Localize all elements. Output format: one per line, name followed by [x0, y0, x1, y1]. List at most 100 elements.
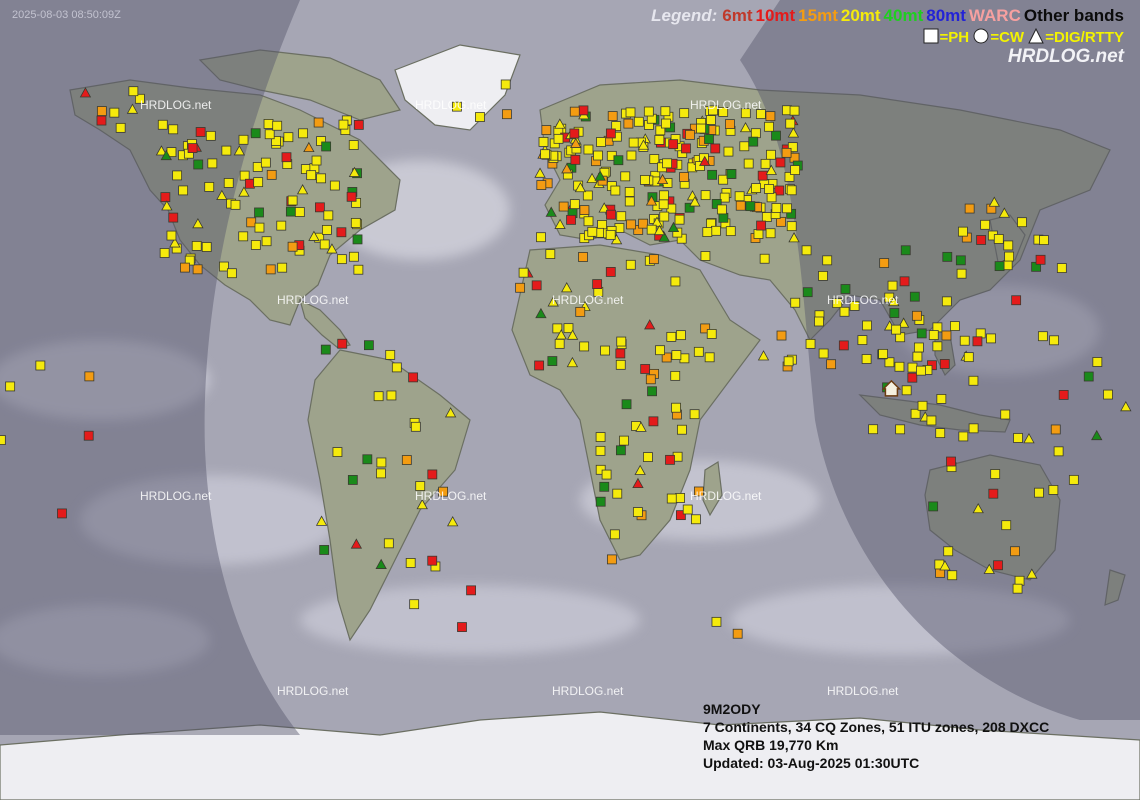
contact-marker — [187, 143, 198, 153]
contact-marker — [475, 112, 485, 122]
contact-marker — [640, 364, 651, 374]
contact-marker — [1058, 390, 1069, 400]
watermark: HRDLOG.net — [690, 98, 762, 112]
contact-marker — [166, 230, 177, 241]
contact-marker — [878, 348, 888, 359]
contact-marker — [569, 128, 580, 139]
contact-marker — [264, 129, 275, 140]
contact-marker — [254, 222, 265, 233]
map-timestamp: 2025-08-03 08:50:09Z — [12, 9, 121, 21]
contact-marker — [932, 341, 943, 352]
contact-marker — [670, 370, 681, 381]
contact-marker — [786, 221, 797, 232]
contact-marker — [541, 125, 552, 135]
station-stats: 9M2ODY 7 Continents, 34 CQ Zones, 51 ITU… — [703, 700, 1049, 772]
contact-marker — [1004, 251, 1015, 262]
contact-marker — [620, 171, 631, 182]
contact-marker — [570, 154, 581, 165]
contact-marker — [587, 226, 598, 237]
contact-marker — [1013, 433, 1023, 443]
contact-marker — [685, 129, 695, 140]
contact-marker — [253, 177, 264, 188]
contact-marker — [362, 454, 373, 465]
contact-marker — [706, 329, 717, 339]
watermark: HRDLOG.net — [690, 489, 762, 503]
contact-marker — [427, 469, 438, 480]
contact-marker — [681, 143, 691, 154]
contact-marker — [376, 468, 386, 479]
contact-marker — [899, 276, 910, 287]
contact-marker — [648, 416, 659, 427]
contact-marker — [609, 529, 620, 540]
contact-marker — [1092, 357, 1103, 367]
contact-marker — [287, 241, 298, 252]
contact-marker — [1053, 446, 1064, 457]
contact-marker — [353, 264, 364, 275]
contact-marker — [263, 119, 274, 129]
contact-marker — [748, 136, 759, 147]
contact-marker — [315, 202, 325, 213]
contact-marker — [386, 390, 397, 401]
contact-marker — [926, 415, 937, 426]
contact-marker — [986, 333, 996, 344]
contact-marker — [281, 152, 292, 163]
contact-marker — [346, 191, 357, 202]
contact-marker — [988, 488, 999, 499]
contact-marker — [83, 430, 94, 441]
contact-marker — [626, 150, 637, 161]
contact-marker — [595, 496, 606, 507]
contact-marker — [679, 353, 690, 364]
contact-marker — [540, 149, 550, 160]
contact-marker — [582, 190, 593, 201]
contact-marker — [409, 599, 420, 610]
contact-marker — [668, 139, 679, 150]
contact-marker — [647, 386, 657, 397]
contact-marker — [621, 399, 632, 410]
contact-marker — [336, 227, 347, 238]
contact-marker — [376, 457, 387, 468]
contact-marker — [534, 360, 545, 371]
contact-marker — [319, 545, 330, 555]
legend-mode-ph: =PH — [939, 29, 970, 46]
contact-marker — [765, 228, 776, 239]
legend-modes: =PH =CW =DIG/RTTY — [651, 28, 1124, 46]
contact-marker — [347, 475, 358, 485]
contact-marker — [916, 328, 927, 339]
contact-marker — [265, 264, 276, 275]
contact-marker — [689, 409, 700, 420]
contact-marker — [515, 282, 526, 293]
contact-marker — [201, 242, 212, 252]
contact-marker — [976, 235, 987, 245]
contact-marker — [958, 431, 969, 442]
legend-band-40mt: 40mt — [883, 6, 924, 25]
contact-marker — [109, 107, 120, 118]
contact-marker — [601, 469, 612, 480]
contact-marker — [643, 106, 654, 117]
contact-marker — [909, 291, 920, 302]
contact-marker — [592, 279, 603, 290]
contact-marker — [963, 352, 974, 363]
world-map — [0, 0, 1140, 800]
contact-marker — [994, 261, 1005, 272]
contact-marker — [646, 224, 657, 235]
contact-marker — [895, 424, 906, 435]
square-icon — [923, 28, 939, 44]
contact-marker — [1002, 260, 1013, 271]
contact-marker — [946, 456, 956, 467]
contact-marker — [972, 336, 983, 347]
contact-marker — [159, 248, 170, 258]
contact-marker — [662, 158, 672, 169]
contact-marker — [781, 147, 792, 158]
contact-marker — [316, 173, 327, 184]
contact-marker — [916, 365, 926, 376]
contact-marker — [1056, 263, 1067, 273]
contact-marker — [1050, 424, 1061, 435]
contact-marker — [753, 229, 764, 239]
contact-marker — [615, 348, 626, 359]
contact-marker — [775, 157, 786, 168]
contact-marker — [696, 123, 706, 134]
contact-marker — [654, 134, 665, 145]
contact-marker — [623, 118, 634, 129]
contact-marker — [322, 224, 332, 235]
contact-marker — [605, 267, 616, 277]
